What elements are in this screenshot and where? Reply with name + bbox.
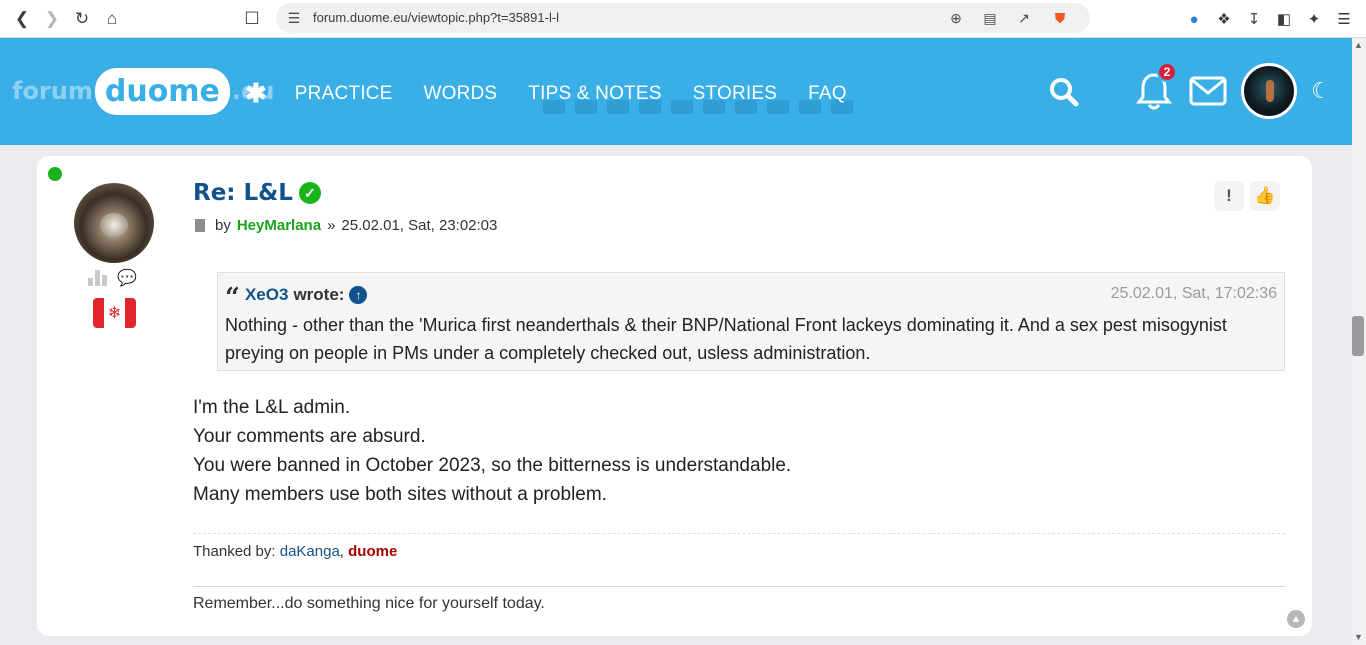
report-button[interactable]: !	[1214, 181, 1244, 211]
post-title-link[interactable]: Re: L&L	[193, 180, 293, 206]
share-icon[interactable]: ↗	[1014, 8, 1034, 28]
thanked-user-link[interactable]: daKanga	[280, 543, 340, 560]
quote-date: 25.02.01, Sat, 17:02:36	[1110, 285, 1277, 302]
thumbs-up-icon[interactable]: 👍	[1250, 181, 1280, 211]
post-body-line: Your comments are absurd.	[193, 426, 426, 447]
canada-flag-icon: ❄	[93, 298, 136, 328]
back-to-top-icon[interactable]: ▲	[1287, 610, 1305, 628]
message-icon[interactable]: 💬	[117, 268, 139, 287]
author-link[interactable]: HeyMarlana	[237, 217, 321, 234]
thanked-by: Thanked by: daKanga, duome	[193, 543, 398, 560]
post-title: Re: L&L ✓	[193, 180, 321, 206]
post-body-line: You were banned in October 2023, so the …	[193, 455, 792, 476]
user-avatar[interactable]	[1241, 63, 1297, 119]
quote-icon: “	[225, 283, 240, 313]
moon-icon[interactable]: ☾	[1308, 78, 1334, 104]
main-nav: ✱ PRACTICE WORDS TIPS & NOTES STORIES FA…	[245, 78, 878, 109]
site-info-icon[interactable]: ☰	[284, 8, 304, 28]
quote-block: “ XeO3 wrote: ↑ 25.02.01, Sat, 17:02:36 …	[217, 272, 1285, 371]
address-bar[interactable]: ☰ forum.duome.eu/viewtopic.php?t=35891-l…	[276, 3, 1090, 33]
thanked-user-link[interactable]: duome	[348, 543, 397, 560]
post-body-line: I'm the L&L admin.	[193, 397, 351, 418]
nav-words[interactable]: WORDS	[423, 83, 497, 105]
quote-header: “ XeO3 wrote: ↑	[225, 283, 368, 313]
url-text[interactable]: forum.duome.eu/viewtopic.php?t=35891-l-l	[313, 10, 559, 25]
online-status-dot	[48, 167, 62, 181]
notification-badge: 2	[1157, 62, 1177, 82]
back-icon[interactable]: ❮	[10, 7, 34, 31]
home-icon[interactable]: ⌂	[100, 7, 124, 31]
nav-faq[interactable]: FAQ	[808, 83, 847, 105]
leo-icon[interactable]: ✦	[1302, 7, 1326, 31]
sidebar-icon[interactable]: ◧	[1272, 7, 1296, 31]
menu-icon[interactable]: ☰	[1332, 7, 1356, 31]
asterisk-icon[interactable]: ✱	[245, 78, 267, 109]
reload-icon[interactable]: ↻	[70, 7, 94, 31]
scroll-up-icon[interactable]: ▲	[1354, 40, 1363, 50]
quote-author-link[interactable]: XeO3	[245, 285, 288, 305]
post-meta: by HeyMarlana » 25.02.01, Sat, 23:02:03	[195, 217, 497, 234]
mail-icon[interactable]	[1188, 74, 1228, 108]
author-avatar[interactable]	[74, 183, 154, 263]
divider	[193, 533, 1285, 534]
post-timestamp: 25.02.01, Sat, 23:02:03	[341, 217, 498, 234]
post-body: I'm the L&L admin. Your comments are abs…	[193, 393, 791, 509]
stats-icon[interactable]	[88, 268, 107, 286]
post-body-line: Many members use both sites without a pr…	[193, 484, 607, 505]
nav-tips-notes[interactable]: TIPS & NOTES	[528, 83, 661, 105]
reader-icon[interactable]: ▤	[980, 8, 1000, 28]
scroll-down-icon[interactable]: ▼	[1354, 632, 1363, 642]
scrollbar-thumb[interactable]	[1352, 316, 1364, 356]
puzzle-icon[interactable]: ❖	[1212, 7, 1236, 31]
signature-divider	[193, 586, 1285, 587]
download-icon[interactable]: ↧	[1242, 7, 1266, 31]
search-icon[interactable]	[1046, 74, 1082, 110]
site-logo[interactable]: forum duome .eu	[12, 66, 274, 116]
check-icon: ✓	[298, 182, 321, 204]
site-header: forum duome .eu ✱ PRACTICE WORDS TIPS & …	[0, 38, 1352, 145]
jump-to-quote-icon[interactable]: ↑	[349, 286, 368, 304]
extension-s-icon[interactable]: ●	[1182, 7, 1206, 31]
brave-shield-icon[interactable]: ⛊	[1050, 8, 1070, 28]
zoom-icon[interactable]: ⊕	[946, 8, 966, 28]
nav-practice[interactable]: PRACTICE	[295, 83, 393, 105]
nav-stories[interactable]: STORIES	[693, 83, 777, 105]
browser-toolbar: ❮ ❯ ↻ ⌂ ☐ ☰ forum.duome.eu/viewtopic.php…	[0, 0, 1366, 38]
post-icon[interactable]	[195, 219, 205, 232]
signature: Remember...do something nice for yoursel…	[193, 595, 545, 612]
quote-text: Nothing - other than the 'Murica first n…	[225, 315, 1227, 363]
forward-icon[interactable]: ❯	[40, 7, 64, 31]
bookmark-icon[interactable]: ☐	[240, 7, 264, 31]
